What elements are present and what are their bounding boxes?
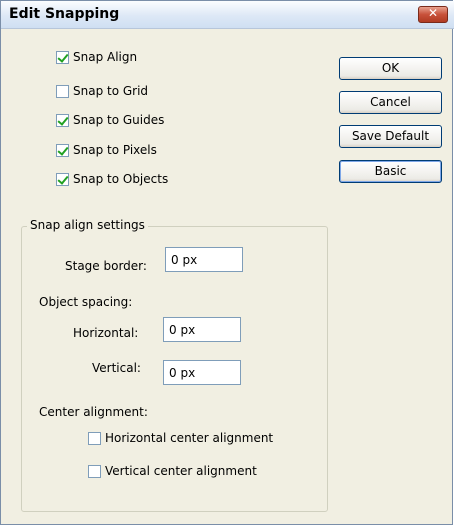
checkbox-label: Snap to Objects bbox=[73, 172, 169, 186]
horizontal-spacing-input[interactable]: 0 px bbox=[163, 317, 241, 342]
checkbox-box[interactable] bbox=[56, 113, 69, 127]
checkbox-box[interactable] bbox=[88, 464, 101, 478]
vertical-spacing-input[interactable]: 0 px bbox=[163, 360, 241, 385]
horizontal-center-alignment-checkbox[interactable]: Horizontal center alignment bbox=[88, 431, 273, 445]
checkbox-box[interactable] bbox=[56, 172, 69, 186]
object-spacing-label: Object spacing: bbox=[39, 295, 133, 309]
edit-snapping-dialog: Edit Snapping ✕ Snap Align Snap to Grid … bbox=[0, 0, 454, 525]
snap-to-objects-checkbox[interactable]: Snap to Objects bbox=[56, 172, 168, 186]
checkbox-label: Horizontal center alignment bbox=[105, 431, 274, 445]
vertical-center-alignment-checkbox[interactable]: Vertical center alignment bbox=[88, 464, 257, 478]
checkbox-box[interactable] bbox=[56, 143, 69, 157]
vertical-label: Vertical: bbox=[92, 361, 141, 375]
snap-to-guides-checkbox[interactable]: Snap to Guides bbox=[56, 113, 164, 127]
stage-border-input[interactable]: 0 px bbox=[165, 247, 243, 272]
checkbox-label: Snap to Grid bbox=[73, 84, 149, 98]
snap-align-checkbox[interactable]: Snap Align bbox=[56, 50, 137, 64]
ok-button[interactable]: OK bbox=[339, 57, 442, 80]
snap-to-grid-checkbox[interactable]: Snap to Grid bbox=[56, 84, 148, 98]
checkbox-label: Snap Align bbox=[73, 50, 138, 64]
checkbox-box[interactable] bbox=[56, 84, 69, 98]
close-button[interactable]: ✕ bbox=[418, 6, 448, 23]
checkbox-label: Vertical center alignment bbox=[105, 464, 257, 478]
center-alignment-label: Center alignment: bbox=[39, 405, 148, 419]
dialog-title: Edit Snapping bbox=[9, 6, 120, 22]
snap-to-pixels-checkbox[interactable]: Snap to Pixels bbox=[56, 143, 157, 157]
checkbox-label: Snap to Pixels bbox=[73, 143, 157, 157]
basic-button[interactable]: Basic bbox=[339, 160, 442, 183]
horizontal-label: Horizontal: bbox=[73, 326, 139, 340]
group-title: Snap align settings bbox=[27, 218, 148, 232]
save-default-button[interactable]: Save Default bbox=[339, 125, 442, 148]
checkbox-box[interactable] bbox=[88, 431, 101, 445]
dialog-body: Snap Align Snap to Grid Snap to Guides S… bbox=[1, 29, 452, 524]
checkbox-box[interactable] bbox=[56, 50, 69, 64]
close-icon: ✕ bbox=[427, 6, 439, 20]
checkbox-label: Snap to Guides bbox=[73, 113, 165, 127]
cancel-button[interactable]: Cancel bbox=[339, 91, 442, 114]
title-bar[interactable]: Edit Snapping ✕ bbox=[1, 1, 454, 29]
stage-border-label: Stage border: bbox=[65, 259, 147, 273]
